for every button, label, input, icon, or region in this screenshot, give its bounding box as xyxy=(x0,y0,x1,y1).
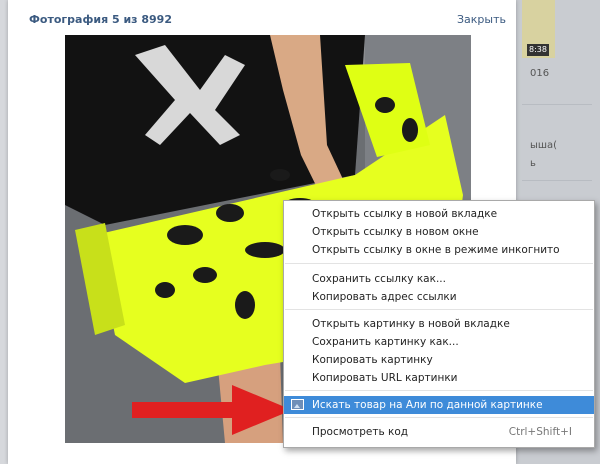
menu-item-label: Искать товар на Али по данной картинке xyxy=(312,399,543,411)
menu-item-shortcut: Ctrl+Shift+I xyxy=(508,426,572,438)
menu-separator xyxy=(285,417,593,418)
context-menu: Открыть ссылку в новой вкладке Открыть с… xyxy=(283,200,595,448)
menu-item-search-product-by-image[interactable]: Искать товар на Али по данной картинке xyxy=(284,396,594,414)
menu-item-open-image-new-tab[interactable]: Открыть картинку в новой вкладке xyxy=(284,315,594,333)
background-divider xyxy=(522,104,592,105)
menu-item-save-image-as[interactable]: Сохранить картинку как... xyxy=(284,333,594,351)
background-text: ь xyxy=(530,158,536,169)
background-divider xyxy=(522,180,592,181)
background-text: ыша( xyxy=(530,140,558,151)
menu-item-open-link-new-tab[interactable]: Открыть ссылку в новой вкладке xyxy=(284,205,594,223)
red-arrow-icon xyxy=(132,385,292,435)
background-thumbnail-badge: 8:38 xyxy=(527,44,549,56)
menu-item-open-link-incognito[interactable]: Открыть ссылку в окне в режиме инкогнито xyxy=(284,241,594,259)
menu-item-open-link-new-window[interactable]: Открыть ссылку в новом окне xyxy=(284,223,594,241)
close-link[interactable]: Закрыть xyxy=(457,13,506,26)
menu-item-copy-link-address[interactable]: Копировать адрес ссылки xyxy=(284,288,594,306)
menu-item-inspect[interactable]: Просмотреть код Ctrl+Shift+I xyxy=(284,423,594,441)
menu-separator xyxy=(285,390,593,391)
background-text: 016 xyxy=(530,68,550,79)
extension-image-icon xyxy=(291,399,304,410)
menu-item-copy-image[interactable]: Копировать картинку xyxy=(284,351,594,369)
menu-separator xyxy=(285,309,593,310)
menu-item-copy-image-url[interactable]: Копировать URL картинки xyxy=(284,369,594,387)
menu-item-label: Просмотреть код xyxy=(312,426,409,438)
photo-counter-title: Фотография 5 из 8992 xyxy=(29,13,172,26)
menu-separator xyxy=(285,263,593,264)
menu-item-save-link-as[interactable]: Сохранить ссылку как... xyxy=(284,270,594,288)
